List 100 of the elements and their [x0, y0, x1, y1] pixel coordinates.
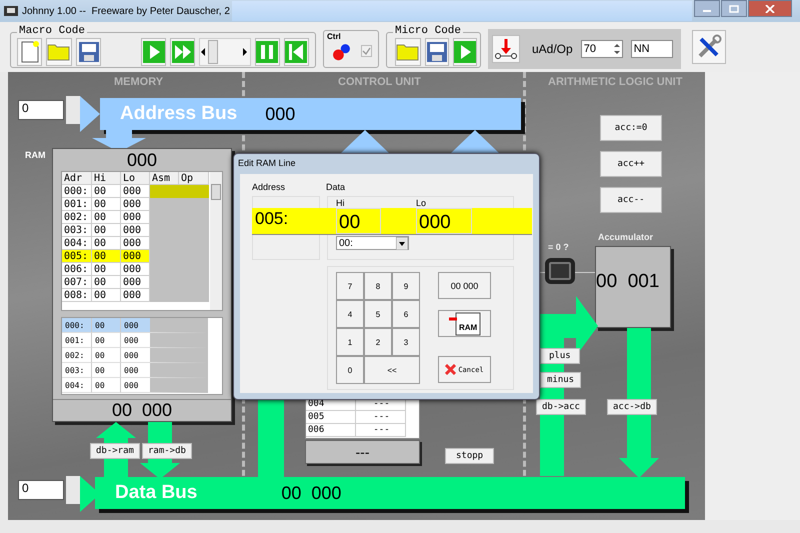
table-cell[interactable]: 00: [92, 224, 121, 237]
table-cell[interactable]: 005:: [62, 250, 92, 263]
keypad-key[interactable]: 7: [336, 272, 364, 300]
keypad-key[interactable]: <<: [364, 356, 420, 384]
table-cell[interactable]: 00: [92, 318, 121, 333]
uad-op-label: uAd/Op: [532, 42, 573, 56]
opcode-field[interactable]: NN: [630, 40, 673, 58]
play-button[interactable]: [453, 38, 477, 66]
keypad-key[interactable]: 9: [392, 272, 420, 300]
table-cell[interactable]: 00: [92, 198, 121, 211]
table-cell[interactable]: 000: [121, 318, 208, 333]
save-button[interactable]: [425, 38, 449, 66]
alu-button[interactable]: acc++: [600, 151, 662, 177]
ram-label: RAM: [25, 150, 46, 160]
speed-slider[interactable]: [199, 38, 251, 66]
slider-thumb[interactable]: [208, 40, 218, 64]
address-value: 005:: [255, 209, 288, 229]
keypad-key[interactable]: 4: [336, 300, 364, 328]
close-icon[interactable]: [765, 4, 775, 12]
table-cell[interactable]: 00: [92, 378, 121, 393]
reset-value-button[interactable]: 00 000: [438, 272, 491, 299]
alu-button[interactable]: acc--: [600, 187, 662, 213]
settings-button[interactable]: [692, 30, 726, 64]
spinner-arrows-icon[interactable]: [612, 41, 622, 57]
db-to-acc-button[interactable]: db->acc: [536, 399, 586, 415]
table-cell[interactable]: 00: [92, 250, 121, 263]
fast-forward-button[interactable]: [170, 38, 196, 66]
ram-to-db-button[interactable]: ram->db: [142, 443, 192, 459]
table-cell[interactable]: 00: [92, 333, 121, 348]
column-header: Adr: [62, 172, 92, 185]
column-header: Asm: [150, 172, 179, 185]
table-cell[interactable]: 000:: [62, 318, 92, 333]
alu-button[interactable]: acc:=0: [600, 115, 662, 141]
table-cell[interactable]: 000: [121, 250, 150, 263]
accumulator-label: Accumulator: [598, 232, 654, 242]
new-file-button[interactable]: [17, 38, 42, 66]
pause-button[interactable]: [254, 38, 280, 66]
open-folder-button[interactable]: [46, 38, 72, 66]
lo-field[interactable]: 000: [416, 208, 472, 234]
maximize-button[interactable]: [721, 0, 747, 17]
table-cell[interactable]: 002:: [62, 348, 92, 363]
acc-to-db-button[interactable]: acc->db: [607, 399, 657, 415]
table-cell[interactable]: 00: [92, 263, 121, 276]
table-cell[interactable]: 001:: [62, 198, 92, 211]
stop-button[interactable]: stopp: [445, 448, 494, 464]
data-label: Data: [326, 182, 346, 192]
table-cell[interactable]: 003:: [62, 363, 92, 378]
save-ram-button[interactable]: [76, 38, 102, 66]
keypad-key[interactable]: 5: [364, 300, 392, 328]
table-cell: ---: [356, 411, 406, 424]
open-folder-button[interactable]: [395, 38, 421, 66]
opcode-dropdown[interactable]: 00:: [336, 236, 409, 250]
data-input[interactable]: 0: [18, 480, 64, 500]
table-cell[interactable]: 00: [92, 363, 121, 378]
column-header: Hi: [92, 172, 121, 185]
reset-button[interactable]: [284, 38, 309, 66]
keypad-key[interactable]: 6: [392, 300, 420, 328]
minimize-button[interactable]: [694, 0, 720, 17]
scrollbar[interactable]: [210, 172, 222, 310]
section-title: CONTROL UNIT: [338, 76, 421, 88]
keypad-key[interactable]: 0: [336, 356, 364, 384]
table-cell[interactable]: 007:: [62, 276, 92, 289]
table-cell[interactable]: 00: [92, 276, 121, 289]
record-button[interactable]: [492, 35, 520, 63]
section-title: MEMORY: [114, 76, 164, 88]
table-cell: ---: [356, 424, 406, 437]
table-cell[interactable]: 00: [92, 185, 121, 198]
keypad-key[interactable]: 8: [364, 272, 392, 300]
bus-label: Address Bus: [120, 103, 238, 125]
bus-value: 00 000: [281, 482, 342, 504]
hi-field[interactable]: 00: [336, 208, 381, 234]
close-button[interactable]: [748, 0, 792, 17]
table-cell: 005: [306, 411, 356, 424]
table-cell[interactable]: 006:: [62, 263, 92, 276]
table-cell[interactable]: 002:: [62, 211, 92, 224]
keypad-key[interactable]: 2: [364, 328, 392, 356]
table-cell[interactable]: 003:: [62, 224, 92, 237]
address-input[interactable]: 0: [18, 100, 64, 120]
plus-button[interactable]: plus: [540, 348, 580, 364]
table-cell[interactable]: 004:: [62, 378, 92, 393]
play-button[interactable]: [141, 38, 166, 66]
table-cell[interactable]: 000:: [62, 185, 92, 198]
table-cell[interactable]: 008:: [62, 289, 92, 302]
db-to-ram-button[interactable]: db->ram: [90, 443, 140, 459]
ram-address: 000: [126, 149, 158, 171]
ctrl-label: Ctrl: [327, 32, 341, 41]
write-ram-button[interactable]: RAM: [438, 310, 491, 337]
spinner-field[interactable]: 70: [580, 40, 623, 58]
minus-button[interactable]: minus: [540, 372, 582, 388]
bus-stub: [66, 476, 80, 504]
table-cell[interactable]: 001:: [62, 333, 92, 348]
table-cell[interactable]: 00: [92, 289, 121, 302]
dialog-title: Edit RAM Line: [237, 157, 297, 170]
table-cell: 006: [306, 424, 356, 437]
keypad-key[interactable]: 1: [336, 328, 364, 356]
caret-icon[interactable]: [396, 236, 408, 250]
table-cell[interactable]: 00: [92, 211, 121, 224]
keypad-key[interactable]: 3: [392, 328, 420, 356]
table-cell[interactable]: 00: [92, 348, 121, 363]
right-arrow-icon[interactable]: [242, 48, 250, 56]
